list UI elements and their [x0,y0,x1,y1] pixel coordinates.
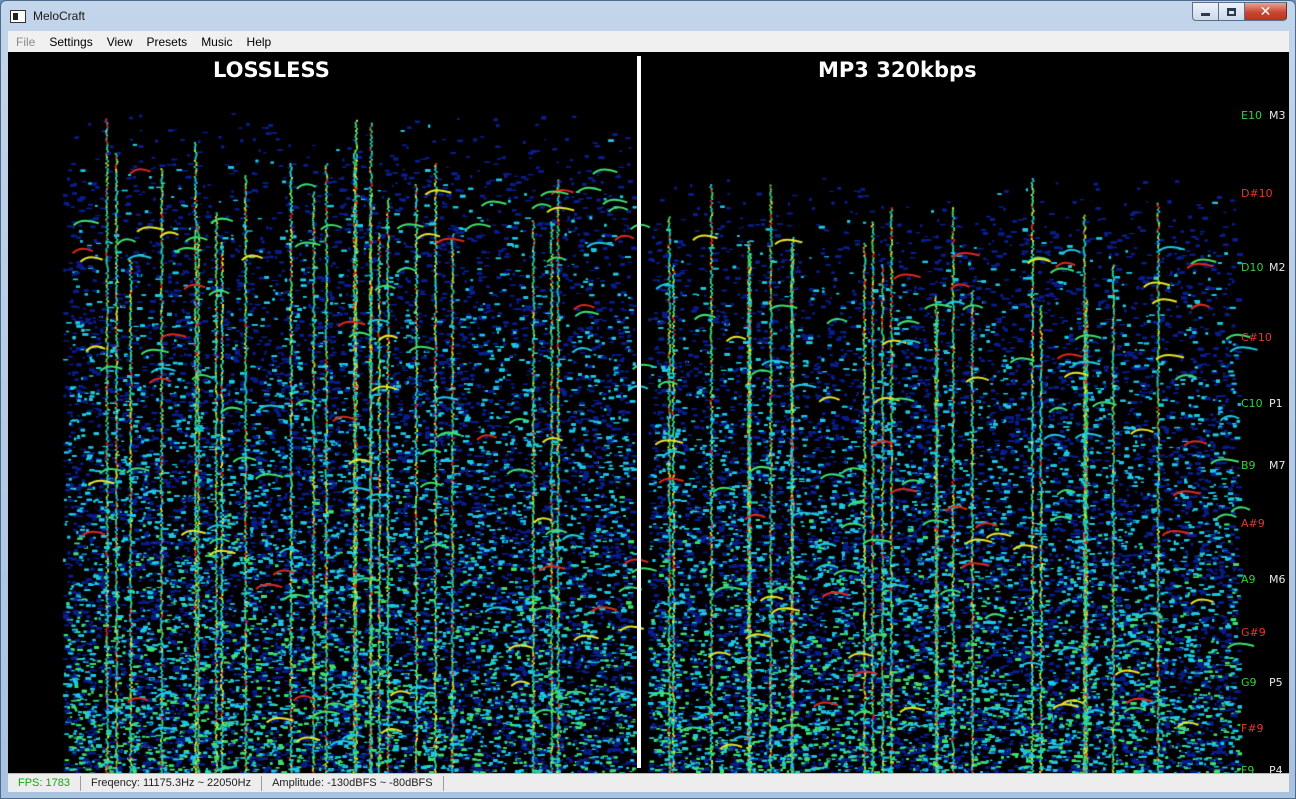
pitch-interval-label: P4 [1269,764,1283,773]
maximize-icon [1227,7,1236,16]
pitch-note-label: G9 [1241,676,1257,689]
spectrogram-canvas[interactable] [8,52,1289,773]
pitch-note-label: F9 [1241,764,1255,773]
status-bar: FPS: 1783 Freqency: 11175.3Hz ~ 22050Hz … [8,773,1289,792]
caption-buttons: ✕ [1192,2,1287,21]
maximize-button[interactable] [1218,2,1244,21]
status-fps: FPS: 1783 [8,775,81,791]
right-pane-title: MP3 320kbps [818,58,977,82]
pitch-note-label: D#10 [1241,187,1273,200]
menu-settings[interactable]: Settings [49,35,92,49]
pitch-note-label: B9 [1241,459,1256,472]
app-window: MeloCraft ✕ File Settings View Presets M… [0,0,1296,799]
status-frequency: Freqency: 11175.3Hz ~ 22050Hz [81,775,263,791]
pitch-note-label: C10 [1241,397,1263,410]
minimize-icon [1201,12,1210,16]
menu-presets[interactable]: Presets [147,35,188,49]
menu-bar: File Settings View Presets Music Help [8,31,1289,52]
pitch-interval-label: P1 [1269,397,1283,410]
pitch-interval-label: M3 [1269,109,1286,122]
menu-music[interactable]: Music [201,35,232,49]
pitch-interval-label: M2 [1269,261,1286,274]
pitch-note-label: G#9 [1241,626,1266,639]
menu-file[interactable]: File [16,35,35,49]
spectrogram-view[interactable]: LOSSLESS MP3 320kbps E10 D#10 D10 C#10 C10 B9… [8,52,1289,773]
pitch-interval-label: P5 [1269,676,1283,689]
app-icon[interactable] [10,10,26,23]
pitch-interval-label: M6 [1269,573,1286,586]
pitch-interval-label: M7 [1269,459,1286,472]
pitch-note-label: D10 [1241,261,1264,274]
pitch-note-label: E10 [1241,109,1262,122]
pitch-note-label: F#9 [1241,722,1264,735]
pitch-note-label: A9 [1241,573,1256,586]
menu-view[interactable]: View [107,35,133,49]
menu-help[interactable]: Help [247,35,272,49]
status-amplitude: Amplitude: -130dBFS ~ -80dBFS [262,775,444,791]
close-icon: ✕ [1259,3,1272,19]
title-bar[interactable]: MeloCraft ✕ [1,1,1295,31]
pitch-note-label: C#10 [1241,331,1272,344]
minimize-button[interactable] [1192,2,1218,21]
window-title: MeloCraft [33,9,86,23]
pane-divider [637,56,641,768]
close-button[interactable]: ✕ [1244,2,1287,21]
pitch-note-label: A#9 [1241,517,1265,530]
left-pane-title: LOSSLESS [213,58,330,82]
